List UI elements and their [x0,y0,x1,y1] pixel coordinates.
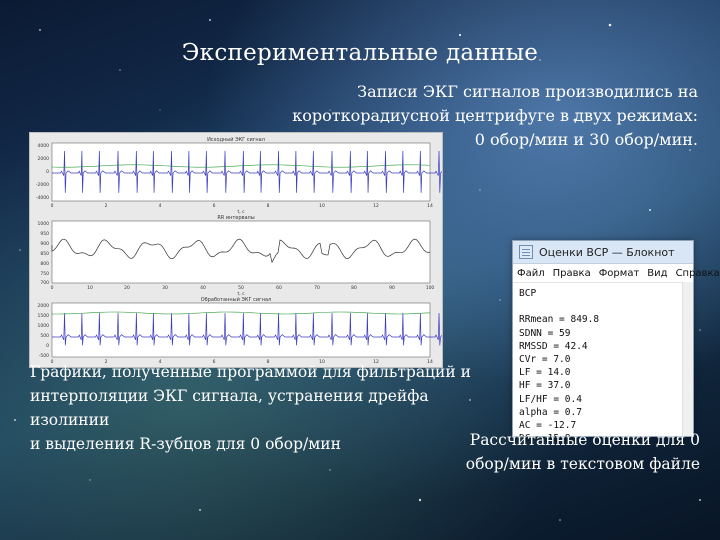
ecg-figure: Исходный ЭКГ сигнал 4000 2000 0 -2000 -4… [29,132,446,368]
panel2-ytick: 850 [40,251,49,257]
caption-line: Рассчитанные оценки для 0 [469,431,700,449]
notepad-titlebar[interactable]: Оценки ВСР — Блокнот [513,241,693,264]
caption-line: интерполяции ЭКГ сигнала, устранения дре… [30,387,429,429]
panel2-title: RR интервалы [217,215,254,221]
notepad-title: Оценки ВСР — Блокнот [539,245,675,259]
panel1-xtick: 0 [51,203,54,209]
caption-line: и выделения R-зубцов для 0 обор/мин [30,435,341,453]
notepad-scrollbar[interactable] [682,282,693,436]
panel1-xtick: 10 [319,203,325,209]
panel3-ytick: 0 [46,343,49,349]
panel1-title: Исходный ЭКГ сигнал [207,136,265,143]
intro-line: короткорадиусной центрифуге в двух режим… [292,106,698,125]
panel2-xtick: 90 [389,285,395,291]
panel2-xtick: 40 [200,285,206,291]
caption-line: обор/мин в текстовом файле [465,455,700,473]
panel2-xtick: 60 [276,285,282,291]
text-line [519,300,687,313]
panel1-ytick: 0 [46,169,49,175]
panel1-ytick: 2000 [38,156,50,162]
text-line: CVr = 7.0 [519,354,571,366]
panel2-ytick: 950 [40,231,49,237]
panel1-xtick: 4 [159,203,162,209]
ecg-plots: Исходный ЭКГ сигнал 4000 2000 0 -2000 -4… [36,136,446,365]
menu-edit[interactable]: Правка [553,268,591,279]
text-line: RRmean = 849.8 [519,314,600,326]
menu-format[interactable]: Формат [599,268,640,279]
panel3-ytick: 500 [40,333,49,339]
panel2-xtick: 80 [351,285,357,291]
panel1-ytick: -4000 [36,195,49,201]
text-line: RMSSD = 42.4 [519,340,588,352]
panel1-xtick: 14 [427,203,433,209]
panel1-xtick: 2 [105,203,108,209]
menu-view[interactable]: Вид [647,268,667,279]
panel2-xtick: 20 [124,285,130,291]
panel2-ytick: 900 [40,241,49,247]
text-line: LF = 14.0 [519,367,571,379]
panel2-ytick: 800 [40,261,49,267]
text-line: alpha = 0.7 [519,406,582,418]
menu-help[interactable]: Справка [676,268,720,279]
menu-file[interactable]: Файл [517,268,545,279]
panel2-xtick: 0 [51,285,54,291]
notepad-menubar: Файл Правка Формат Вид Справка [513,264,720,283]
panel2-ytick: 750 [40,271,49,277]
panel1-ytick: 4000 [38,143,50,149]
panel3-title: Обработанный ЭКГ сигнал [201,296,272,303]
panel2-axes [51,220,431,284]
figure-caption: Графики, полученные программой для фильт… [30,360,490,456]
panel2-xtick: 30 [162,285,168,291]
panel3-ytick: 2000 [38,303,50,309]
panel2-xtick: 70 [314,285,320,291]
panel2-ytick: 1000 [38,221,50,227]
panel2-ytick: 700 [40,280,49,286]
panel2-xtick: 100 [426,285,435,291]
panel3-ytick: -500 [39,353,49,359]
text-line: LF/HF = 0.4 [519,393,582,405]
panel3-ytick: 1500 [38,313,50,319]
notepad-text-area[interactable]: ВСР RRmean = 849.8 SDNN = 59 RMSSD = 42.4 C… [513,283,693,449]
panel3-axes [51,302,431,358]
panel1-xtick: 12 [373,203,379,209]
intro-line: Записи ЭКГ сигналов производились на [357,82,698,101]
panel3-ytick: 1000 [38,323,50,329]
panel1-ytick: -2000 [36,182,49,188]
notepad-icon [519,245,533,259]
panel2-xtick: 50 [238,285,244,291]
notepad-caption: Рассчитанные оценки для 0 обор/мин в тек… [440,428,700,476]
caption-line: Графики, полученные программой для фильт… [30,363,471,381]
text-line: SDNN = 59 [519,327,571,339]
text-line: ВСР [519,288,537,299]
slide-title: Экспериментальные данные [181,40,539,66]
notepad-window[interactable]: Оценки ВСР — Блокнот Файл Правка Формат … [512,240,720,444]
panel1-xtick: 6 [213,203,216,209]
panel2-xtick: 10 [87,285,93,291]
text-line: HF = 37.0 [519,380,571,392]
panel1-xtick: 8 [267,203,270,209]
